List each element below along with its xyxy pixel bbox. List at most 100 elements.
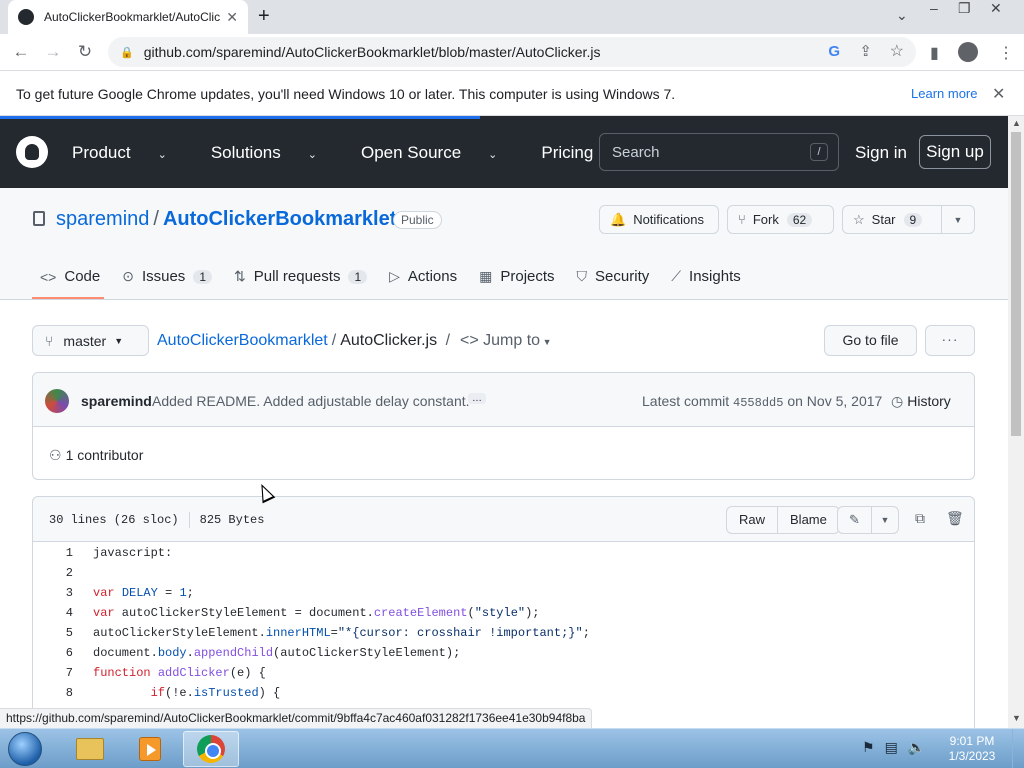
star-button[interactable]: ☆ Star 9 [842, 205, 942, 234]
repo-title: sparemind / AutoClickerBookmarklet [56, 208, 396, 231]
repo-name-link[interactable]: AutoClickerBookmarklet [163, 208, 396, 230]
start-button-icon[interactable] [8, 732, 42, 766]
scroll-up-arrow-icon[interactable]: ▲ [1012, 118, 1021, 128]
commit-message-link[interactable]: Added README. Added adjustable delay con… [152, 393, 470, 409]
scrollbar-thumb[interactable] [1011, 132, 1021, 436]
line-number[interactable]: 4 [33, 603, 81, 623]
scroll-down-arrow-icon[interactable]: ▼ [1012, 713, 1021, 723]
commit-sha-link[interactable]: 4558dd5 [733, 396, 783, 410]
tab-insights[interactable]: ⟋ Insights [671, 268, 741, 285]
commit-author-link[interactable]: sparemind [81, 393, 152, 409]
tab-label: Actions [407, 268, 458, 285]
windows-taskbar: ⚑ ▤ 🔈 9:01 PM 1/3/2023 [0, 728, 1024, 768]
jump-to-dropdown[interactable]: <> Jump to ▼ [460, 332, 551, 349]
expand-commit-message-button[interactable]: … [468, 393, 486, 404]
line-number[interactable]: 1 [33, 543, 81, 563]
back-arrow-icon[interactable]: ← [10, 42, 32, 62]
breadcrumb-repo-link[interactable]: AutoClickerBookmarklet [157, 332, 328, 349]
address-bar[interactable]: 🔒 github.com/sparemind/AutoClickerBookma… [108, 37, 916, 67]
new-tab-button[interactable]: + [258, 5, 270, 28]
tab-actions[interactable]: ▷ Actions [389, 268, 457, 285]
line-number[interactable]: 5 [33, 623, 81, 643]
chrome-icon [197, 735, 225, 763]
copy-icon[interactable]: ⧉ [915, 510, 925, 527]
system-tray: ⚑ ▤ 🔈 [862, 739, 925, 756]
jump-to-label: Jump to [483, 332, 541, 349]
repo-owner-link[interactable]: sparemind [56, 208, 149, 230]
latest-commit-label: Latest commit [642, 393, 730, 409]
tab-projects[interactable]: ▦ Projects [479, 268, 554, 285]
github-logo-icon[interactable] [16, 136, 48, 168]
nav-pricing[interactable]: Pricing [541, 143, 593, 163]
share-icon[interactable]: ⇪ [859, 42, 872, 60]
raw-button[interactable]: Raw [727, 507, 777, 533]
chevron-down-icon: ⌄ [488, 149, 498, 161]
taskbar-clock[interactable]: 9:01 PM 1/3/2023 [942, 734, 1002, 764]
forward-arrow-icon[interactable]: → [42, 42, 64, 62]
history-link[interactable]: ◷ History [891, 393, 951, 410]
window-close-icon[interactable]: ✕ [990, 0, 1002, 20]
show-desktop-button[interactable] [1012, 729, 1024, 768]
line-number[interactable]: 8 [33, 683, 81, 703]
sign-up-button[interactable]: Sign up [919, 135, 991, 169]
taskbar-media-player[interactable] [122, 731, 178, 767]
side-panel-icon[interactable]: ▮ [930, 43, 939, 63]
contributors-link[interactable]: ⚇ 1 contributor [49, 447, 143, 464]
tab-close-icon[interactable]: ✕ [226, 9, 238, 26]
star-dropdown-button[interactable]: ▼ [941, 205, 975, 234]
infobar-close-icon[interactable]: ✕ [992, 84, 1005, 104]
line-number[interactable]: 2 [33, 563, 81, 583]
google-translate-icon[interactable]: G [828, 43, 840, 60]
pull-request-icon: ⇅ [234, 268, 246, 284]
go-to-file-button[interactable]: Go to file [824, 325, 917, 356]
notifications-label: Notifications [633, 212, 704, 227]
nav-product[interactable]: Product ⌄ [72, 143, 189, 163]
github-search-input[interactable]: Search / [599, 133, 839, 171]
minimize-icon[interactable]: – [930, 0, 938, 20]
chrome-menu-icon[interactable]: ⋮ [998, 43, 1014, 63]
latest-commit-box: sparemind Added README. Added adjustable… [32, 372, 975, 480]
line-number[interactable]: 3 [33, 583, 81, 603]
tab-issues[interactable]: ⊙ Issues 1 [122, 268, 212, 285]
browser-tab[interactable]: AutoClickerBookmarklet/AutoClicker.js ✕ [8, 0, 248, 34]
branch-icon: ⑂ [45, 332, 54, 349]
more-options-button[interactable]: ··· [925, 325, 975, 356]
nav-open-source[interactable]: Open Source ⌄ [361, 143, 519, 163]
commit-header: sparemind Added README. Added adjustable… [33, 373, 974, 427]
tab-pull-requests[interactable]: ⇅ Pull requests 1 [234, 268, 368, 285]
learn-more-link[interactable]: Learn more [911, 86, 977, 101]
reload-icon[interactable]: ↻ [74, 42, 96, 62]
tab-code[interactable]: <> Code [40, 268, 100, 285]
fork-button[interactable]: ⑂ Fork 62 [727, 205, 834, 234]
table-icon: ▦ [479, 268, 493, 284]
trash-icon[interactable]: 🗑 [946, 510, 964, 527]
lock-icon[interactable]: 🔒 [120, 46, 134, 59]
flag-icon[interactable]: ⚑ [862, 739, 875, 756]
shield-icon: ⛉ [576, 268, 588, 284]
tab-security[interactable]: ⛉ Security [577, 268, 650, 285]
code-text: javascript: [93, 546, 173, 560]
profile-avatar-icon[interactable] [958, 42, 978, 62]
taskbar-explorer[interactable] [62, 731, 118, 767]
sign-in-link[interactable]: Sign in [855, 143, 907, 163]
network-icon[interactable]: ▤ [885, 739, 898, 756]
tab-search-chevron-icon[interactable]: ⌄ [896, 7, 908, 24]
link-status-bubble: https://github.com/sparemind/AutoClicker… [0, 708, 593, 728]
taskbar-chrome[interactable] [183, 731, 239, 767]
url-text[interactable]: github.com/sparemind/AutoClickerBookmark… [144, 44, 601, 60]
restore-icon[interactable]: ❐ [958, 0, 971, 20]
nav-solutions[interactable]: Solutions ⌄ [211, 143, 339, 163]
tab-strip: AutoClickerBookmarklet/AutoClicker.js ✕ … [0, 0, 1024, 34]
page-scrollbar[interactable]: ▲ ▼ [1008, 116, 1024, 728]
line-number[interactable]: 7 [33, 663, 81, 683]
branch-select-button[interactable]: ⑂ master ▼ [32, 325, 149, 356]
avatar[interactable] [45, 389, 69, 413]
caret-down-icon[interactable]: ▼ [871, 507, 898, 533]
volume-icon[interactable]: 🔈 [908, 739, 925, 756]
blame-button[interactable]: Blame [777, 507, 839, 533]
code-line: 7 function addClicker(e) { [33, 663, 974, 683]
line-number[interactable]: 6 [33, 643, 81, 663]
bookmark-star-icon[interactable]: ☆ [890, 41, 904, 61]
notifications-button[interactable]: 🔔 Notifications [599, 205, 719, 234]
pencil-icon[interactable]: ✎ [838, 507, 871, 533]
